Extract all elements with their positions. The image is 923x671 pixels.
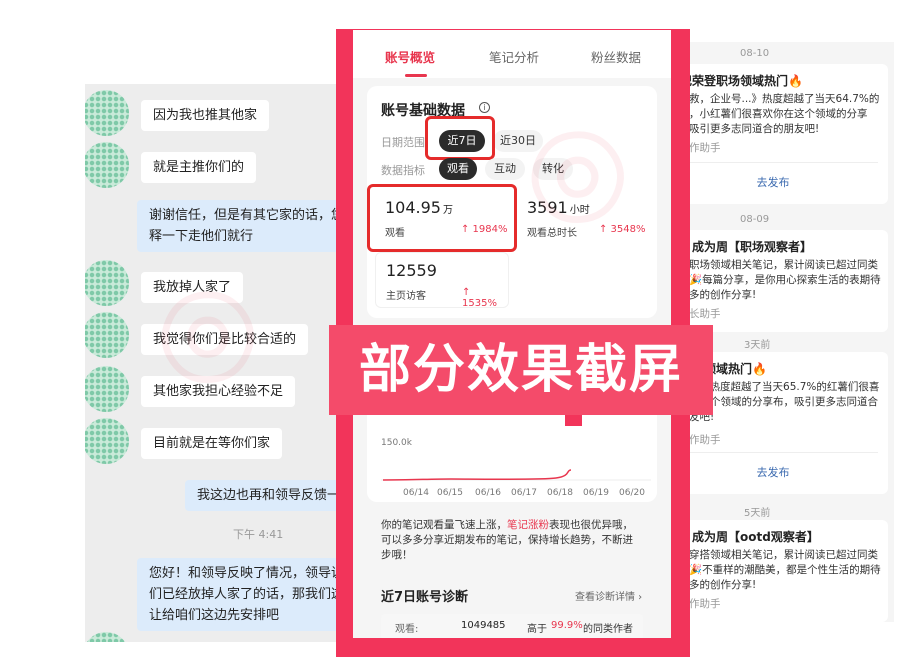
metric-value: 3591 bbox=[527, 198, 568, 217]
metric-option-views[interactable]: 观看 bbox=[439, 158, 477, 180]
notification-body: 布的穿搭领域相关笔记，累计阅读已超过同类作者🎉不重样的潮酷美，都是个性生活的期待… bbox=[668, 549, 881, 591]
metric-change: ↑ 1535% bbox=[462, 287, 497, 309]
chart-x-tick: 06/20 bbox=[619, 488, 645, 498]
chart-x-tick: 06/18 bbox=[547, 488, 573, 498]
diagnosis-row-prefix: 高于 bbox=[527, 624, 547, 635]
notification-body: 《救救，企业号...》热度超越了当天64.7%的作者，小红薯们很喜欢你在这个领域… bbox=[668, 93, 880, 135]
contact-avatar[interactable] bbox=[85, 90, 129, 136]
chat-message-outgoing: 您好！和领导反映了情况，领导说咱们已经放掉人家了的话，那我们这边让给咱们这边先安… bbox=[137, 558, 365, 631]
chat-timestamp: 下午 4:41 bbox=[233, 528, 284, 541]
tip-text: 你的笔记观看量飞速上涨， bbox=[381, 519, 507, 531]
diagnosis-detail-link[interactable]: 查看诊断详情 › bbox=[575, 588, 642, 603]
notification-date: 08-09 bbox=[740, 214, 770, 225]
chat-message: 其他家我担心经验不足 bbox=[141, 376, 296, 407]
metric-label-text: 主页访客 bbox=[386, 291, 426, 302]
contact-avatar[interactable] bbox=[85, 418, 129, 464]
notification-body: 布的职场领域相关笔记，累计阅读已超过同类作者🎉每篇分享，是你用心探索生活的表期待… bbox=[668, 259, 881, 301]
notification-title: 你，成为周【ootd观察者】 bbox=[668, 530, 819, 544]
metric-value: 12559 bbox=[386, 261, 437, 280]
publish-link[interactable]: 去发布 bbox=[658, 174, 888, 190]
chart-x-tick: 06/16 bbox=[475, 488, 501, 498]
contact-avatar[interactable] bbox=[85, 632, 129, 642]
diagnosis-row-pct: 99.9% bbox=[551, 620, 583, 631]
diagnosis-row-suffix: 的同类作者 bbox=[583, 624, 633, 635]
metric-option-interactions[interactable]: 互动 bbox=[485, 158, 525, 180]
metric-label-text: 观看总时长 bbox=[527, 228, 577, 239]
diagnosis-title: 近7日账号诊断 bbox=[381, 590, 469, 605]
screenshot-banner: 部分效果截屏 bbox=[329, 325, 713, 415]
date-option-30d[interactable]: 近30日 bbox=[493, 130, 543, 152]
notification-card[interactable]: 笔记荣登职场领域热门🔥 《救救，企业号...》热度超越了当天64.7%的作者，小… bbox=[658, 64, 888, 204]
diagnosis-row-label: 观看: bbox=[395, 624, 419, 635]
chart-x-tick: 06/17 bbox=[511, 488, 537, 498]
chart-x-tick: 06/15 bbox=[437, 488, 463, 498]
chat-panel: 因为我也推其他家 就是主推你们的 谢谢信任，但是有其它家的话，您解释一下走他们就… bbox=[85, 84, 365, 642]
notification-date: 5天前 bbox=[744, 508, 771, 519]
chat-message: 因为我也推其他家 bbox=[141, 100, 270, 131]
divider bbox=[668, 452, 878, 453]
chart-x-tick: 06/14 bbox=[403, 488, 429, 498]
chat-message: 目前就是在等你们家 bbox=[141, 428, 283, 459]
metric-option-conversions[interactable]: 转化 bbox=[533, 158, 573, 180]
tab-bar: 账号概览 笔记分析 粉丝数据 bbox=[353, 30, 671, 78]
account-data-card: 账号基础数据 i 日期范围 近7日 近30日 数据指标 观看 互动 转化 104… bbox=[367, 86, 657, 318]
tab-note-analysis[interactable]: 笔记分析 bbox=[489, 47, 539, 66]
tab-fan-data[interactable]: 粉丝数据 bbox=[591, 47, 641, 66]
annotation-outline bbox=[425, 116, 495, 160]
publish-link[interactable]: 去发布 bbox=[658, 464, 888, 480]
notification-date: 08-10 bbox=[740, 48, 770, 59]
annotation-outline bbox=[367, 184, 517, 252]
notification-date: 3天前 bbox=[744, 340, 771, 351]
diagnosis-row-value: 1049485 bbox=[461, 620, 506, 631]
date-range-label: 日期范围 bbox=[381, 136, 425, 149]
notification-card[interactable]: 你，成为周【ootd观察者】 布的穿搭领域相关笔记，累计阅读已超过同类作者🎉不重… bbox=[658, 520, 888, 622]
metric-change: ↑ 3548% bbox=[599, 224, 646, 235]
metric-profile-visitors[interactable]: 12559 主页访客 ↑ 1535% bbox=[375, 252, 509, 309]
active-tab-indicator bbox=[405, 74, 427, 77]
metric-unit: 小时 bbox=[569, 205, 590, 216]
diagnosis-row: 观看: 1049485 高于 99.9% 的同类作者 bbox=[381, 614, 643, 638]
growth-tip: 你的笔记观看量飞速上涨，笔记涨粉表现也很优异哦，可以多多分享近期发布的笔记，保持… bbox=[381, 518, 643, 563]
chat-message: 我觉得你们是比较合适的 bbox=[141, 324, 309, 355]
chat-message-outgoing: 谢谢信任，但是有其它家的话，您解释一下走他们就行 bbox=[137, 200, 365, 252]
tab-account-overview[interactable]: 账号概览 bbox=[385, 47, 435, 66]
divider bbox=[668, 162, 878, 163]
trend-line-chart bbox=[381, 469, 651, 481]
tip-highlight: 笔记涨粉 bbox=[507, 519, 549, 531]
chart-x-tick: 06/19 bbox=[583, 488, 609, 498]
notification-card[interactable]: 你，成为周【职场观察者】 布的职场领域相关笔记，累计阅读已超过同类作者🎉每篇分享… bbox=[658, 230, 888, 332]
info-icon[interactable]: i bbox=[479, 102, 490, 113]
metric-watch-time[interactable]: 3591 小时 观看总时长 ↑ 3548% bbox=[517, 190, 651, 246]
chart-y-tick: 150.0k bbox=[381, 438, 412, 448]
contact-avatar[interactable] bbox=[85, 260, 129, 306]
contact-avatar[interactable] bbox=[85, 142, 129, 188]
chat-message: 我放掉人家了 bbox=[141, 272, 244, 303]
contact-avatar[interactable] bbox=[85, 366, 129, 412]
contact-avatar[interactable] bbox=[85, 312, 129, 358]
metric-label: 数据指标 bbox=[381, 164, 425, 177]
chat-message: 就是主推你们的 bbox=[141, 152, 257, 183]
